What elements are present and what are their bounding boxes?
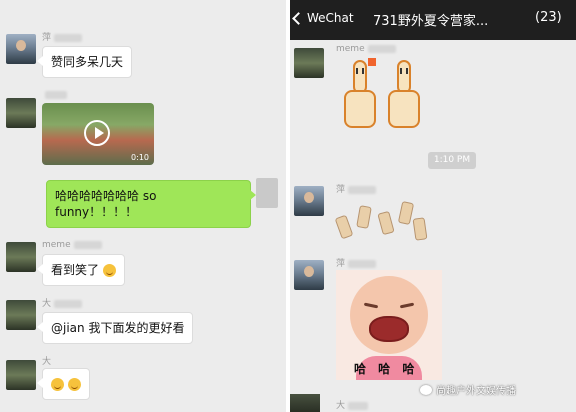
video-duration: 0:10	[131, 153, 149, 162]
sender-name: 大	[336, 398, 369, 411]
hands-image-message[interactable]	[334, 196, 428, 244]
sender-name: meme	[42, 240, 102, 250]
grinning-emoji-icon	[67, 378, 81, 391]
avatar[interactable]	[294, 260, 324, 290]
own-avatar[interactable]	[256, 178, 278, 208]
laughing-emoji-icon	[102, 264, 116, 277]
laughing-baby-sticker[interactable]: 哈 哈 哈	[336, 270, 442, 380]
sender-name: 大	[42, 296, 83, 309]
watermark: 尚趣户外文娱传播	[420, 382, 516, 397]
chevron-left-icon	[292, 11, 305, 25]
chat-header: WeChat 731野外夏令营家... (23)	[290, 0, 576, 40]
avatar[interactable]	[6, 98, 36, 128]
left-chat-panel: 萍 赞同多呆几天 0:10 哈哈哈哈哈哈哈 so funny！！！！ meme …	[0, 0, 286, 412]
member-count: (23)	[535, 10, 562, 25]
own-message-bubble[interactable]: 哈哈哈哈哈哈哈 so funny！！！！	[46, 180, 256, 228]
message-bubble[interactable]: @jian 我下面发的更好看	[36, 312, 194, 344]
wechat-icon	[420, 384, 432, 395]
sender-name: 萍	[42, 30, 83, 43]
avatar[interactable]	[290, 394, 320, 412]
video-message[interactable]: 0:10	[42, 103, 154, 165]
avatar[interactable]	[294, 186, 324, 216]
avatar[interactable]	[6, 34, 36, 64]
avatar[interactable]	[6, 300, 36, 330]
back-label: WeChat	[307, 11, 354, 25]
sender-name: 萍	[336, 182, 377, 195]
emoji-message-bubble[interactable]	[37, 368, 90, 400]
back-button[interactable]: WeChat	[292, 11, 354, 25]
grinning-emoji-icon	[51, 378, 64, 391]
message-bubble[interactable]: 看到笑了	[37, 254, 125, 286]
avatar[interactable]	[294, 48, 324, 78]
message-bubble[interactable]: 赞同多呆几天	[36, 46, 133, 78]
sender-name: meme	[336, 44, 396, 54]
avatar[interactable]	[6, 242, 36, 272]
sender-name: 萍	[336, 256, 377, 269]
play-icon[interactable]	[84, 120, 110, 146]
right-chat-panel: WeChat 731野外夏令营家... (23) meme 1:10 PM 萍 …	[290, 0, 576, 412]
sender-name	[42, 90, 67, 100]
chat-title[interactable]: 731野外夏令营家...	[373, 10, 488, 29]
thumbs-up-sticker[interactable]	[338, 58, 430, 132]
sticker-caption: 哈 哈 哈	[354, 362, 419, 376]
message-timestamp: 1:10 PM	[428, 152, 476, 169]
sender-name: 大	[42, 357, 52, 367]
avatar[interactable]	[6, 360, 36, 390]
